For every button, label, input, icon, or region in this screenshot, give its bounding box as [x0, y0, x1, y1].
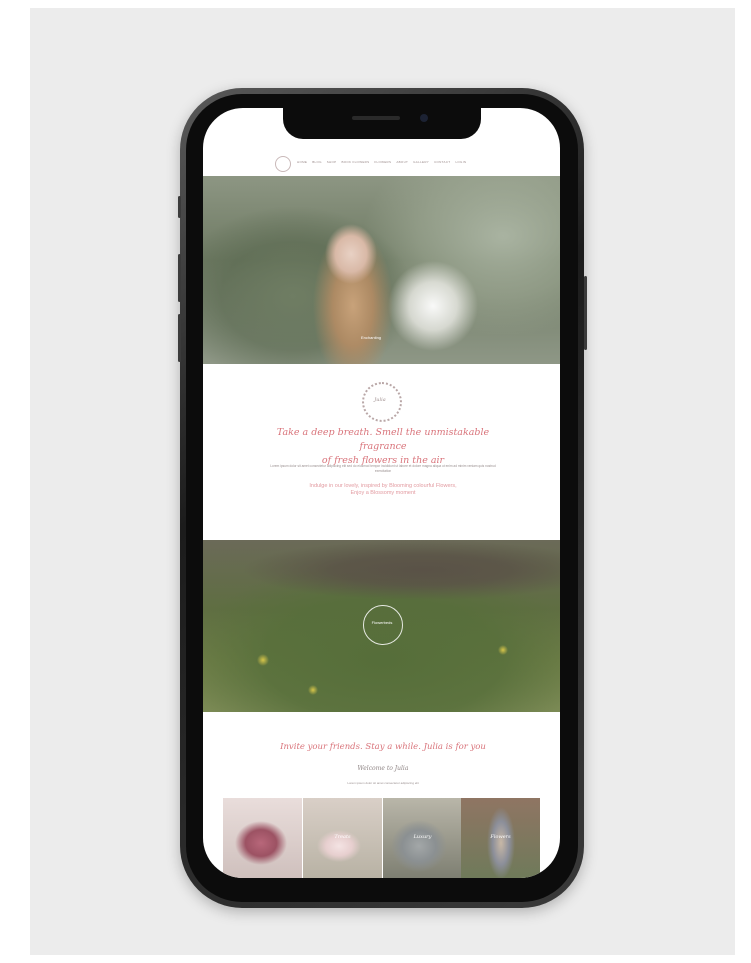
welcome-title: Welcome to Julia — [357, 765, 409, 772]
site-navbar — [203, 152, 560, 177]
nav-item-login[interactable]: LOGIN — [455, 160, 466, 164]
welcome-subtext: Lorem ipsum dolor sit amet consectetur a… — [347, 781, 419, 785]
mute-switch — [178, 196, 181, 218]
invite-heading: Invite your friends. Stay a while. Julia… — [280, 742, 486, 752]
thumb-flowers[interactable]: Flowers — [461, 798, 540, 878]
intro-body-text: Lorem ipsum dolor sit amet consectetur a… — [270, 464, 496, 473]
thumb-caption: Treats — [334, 834, 351, 840]
nav-item-book-flowers[interactable]: BOOK FLOWERS — [341, 160, 369, 164]
phone-notch — [283, 107, 481, 139]
nav-item-gallery[interactable]: GALLERY — [413, 160, 429, 164]
intro-highlight-line1: Indulge in our lovely, inspired by Bloom… — [309, 483, 457, 489]
site-logo-icon[interactable] — [275, 156, 291, 172]
nav-menu: HOME BLOG SHOP BOOK FLOWERS FLOWERS ABOU… — [297, 160, 466, 164]
nav-item-blog[interactable]: BLOG — [312, 160, 322, 164]
front-camera-icon — [420, 114, 428, 122]
hero-label: Enchanting — [361, 335, 382, 340]
thumb-treats[interactable]: Treats — [303, 798, 382, 878]
nav-item-shop[interactable]: SHOP — [327, 160, 337, 164]
volume-up-button — [178, 254, 181, 302]
forest-badge-label: Flowerbeds — [371, 620, 393, 625]
speaker-grille — [352, 116, 400, 120]
nav-item-about[interactable]: ABOUT — [396, 160, 408, 164]
nav-item-contact[interactable]: CONTACT — [434, 160, 450, 164]
forest-circle-badge[interactable] — [363, 605, 403, 645]
hero-image-woman-flowers — [203, 176, 560, 364]
power-button — [584, 276, 587, 350]
volume-down-button — [178, 314, 181, 362]
nav-item-home[interactable]: HOME — [297, 160, 307, 164]
intro-heading-line1: Take a deep breath. Smell the unmistakab… — [276, 427, 490, 452]
intro-highlight-line2: Enjoy a Blossomy moment — [350, 490, 416, 496]
thumb-caption: Flowers — [490, 834, 511, 840]
nav-item-flowers[interactable]: FLOWERS — [374, 160, 391, 164]
wreath-label: Julia — [374, 397, 386, 403]
thumb-caption: Luxury — [413, 834, 432, 840]
intro-highlight: Indulge in our lovely, inspired by Bloom… — [269, 483, 497, 497]
intro-heading: Take a deep breath. Smell the unmistakab… — [259, 426, 507, 468]
phone-screen: HOME BLOG SHOP BOOK FLOWERS FLOWERS ABOU… — [203, 108, 560, 878]
thumb-luxury[interactable]: Luxury — [383, 798, 462, 878]
thumb-macarons[interactable] — [223, 798, 302, 878]
